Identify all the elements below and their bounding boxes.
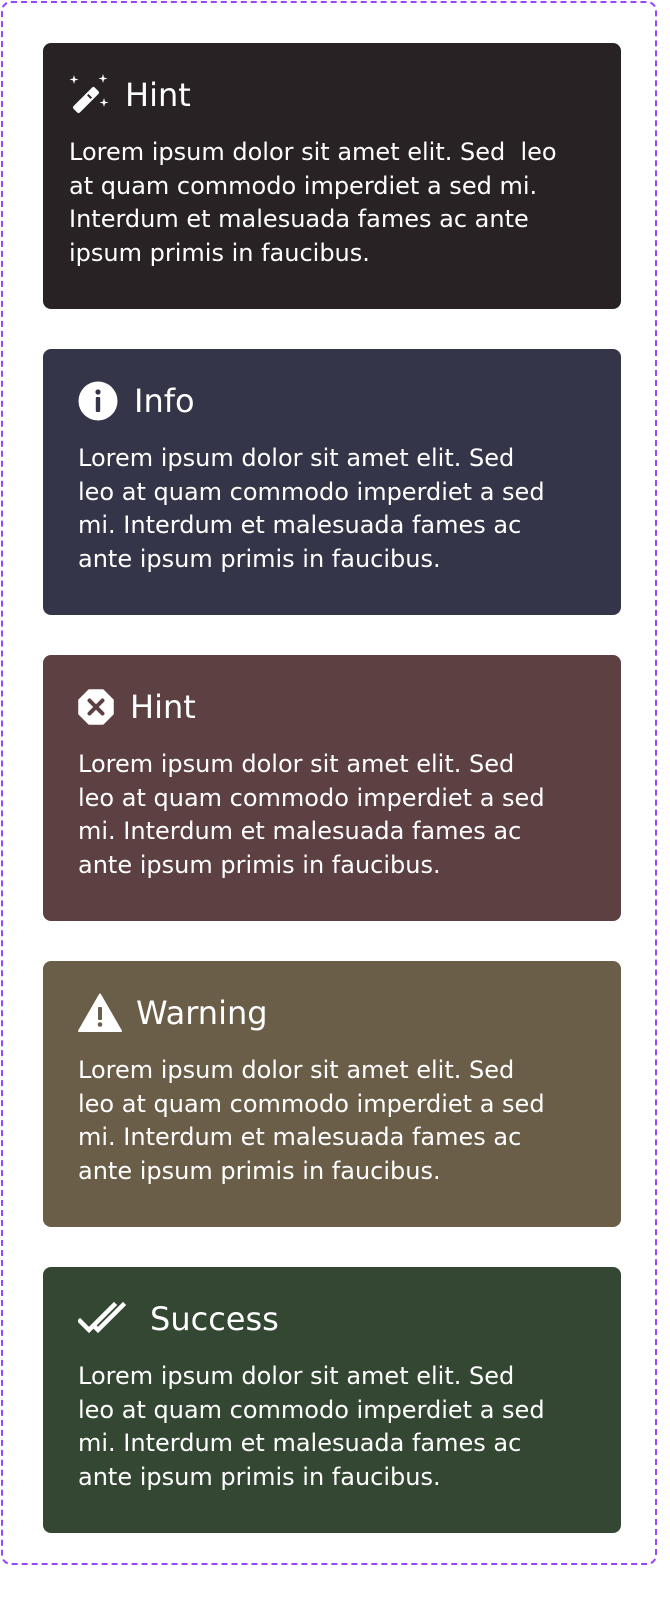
info-callout: Info Lorem ipsum dolor sit amet elit. Se… bbox=[43, 349, 621, 615]
callout-header: Info bbox=[78, 377, 195, 425]
callout-title: Hint bbox=[125, 76, 191, 114]
callout-header: Success bbox=[78, 1295, 279, 1343]
hint-callout: Hint Lorem ipsum dolor sit amet elit. Se… bbox=[43, 43, 621, 309]
callout-title: Info bbox=[134, 382, 195, 420]
callout-header: Hint bbox=[78, 683, 196, 731]
callout-text: Lorem ipsum dolor sit amet elit. Sed leo… bbox=[69, 138, 557, 267]
callout-header: Hint bbox=[68, 71, 191, 119]
callout-text: Lorem ipsum dolor sit amet elit. Sed leo… bbox=[78, 1056, 545, 1185]
double-check-icon bbox=[78, 1299, 134, 1339]
callout-title: Warning bbox=[136, 994, 268, 1032]
callout-text: Lorem ipsum dolor sit amet elit. Sed leo… bbox=[78, 444, 545, 573]
callout-frame: Hint Lorem ipsum dolor sit amet elit. Se… bbox=[1, 1, 657, 1565]
callout-title: Hint bbox=[130, 688, 196, 726]
callout-text: Lorem ipsum dolor sit amet elit. Sed leo… bbox=[78, 1362, 545, 1491]
callout-title: Success bbox=[150, 1300, 279, 1338]
warning-triangle-icon bbox=[78, 993, 122, 1033]
info-circle-icon bbox=[78, 381, 118, 421]
magic-wand-icon bbox=[68, 74, 110, 116]
error-octagon-icon bbox=[78, 689, 114, 725]
callout-header: Warning bbox=[78, 989, 268, 1037]
callout-text: Lorem ipsum dolor sit amet elit. Sed leo… bbox=[78, 750, 545, 879]
warning-callout: Warning Lorem ipsum dolor sit amet elit.… bbox=[43, 961, 621, 1227]
success-callout: Success Lorem ipsum dolor sit amet elit.… bbox=[43, 1267, 621, 1533]
error-callout: Hint Lorem ipsum dolor sit amet elit. Se… bbox=[43, 655, 621, 921]
